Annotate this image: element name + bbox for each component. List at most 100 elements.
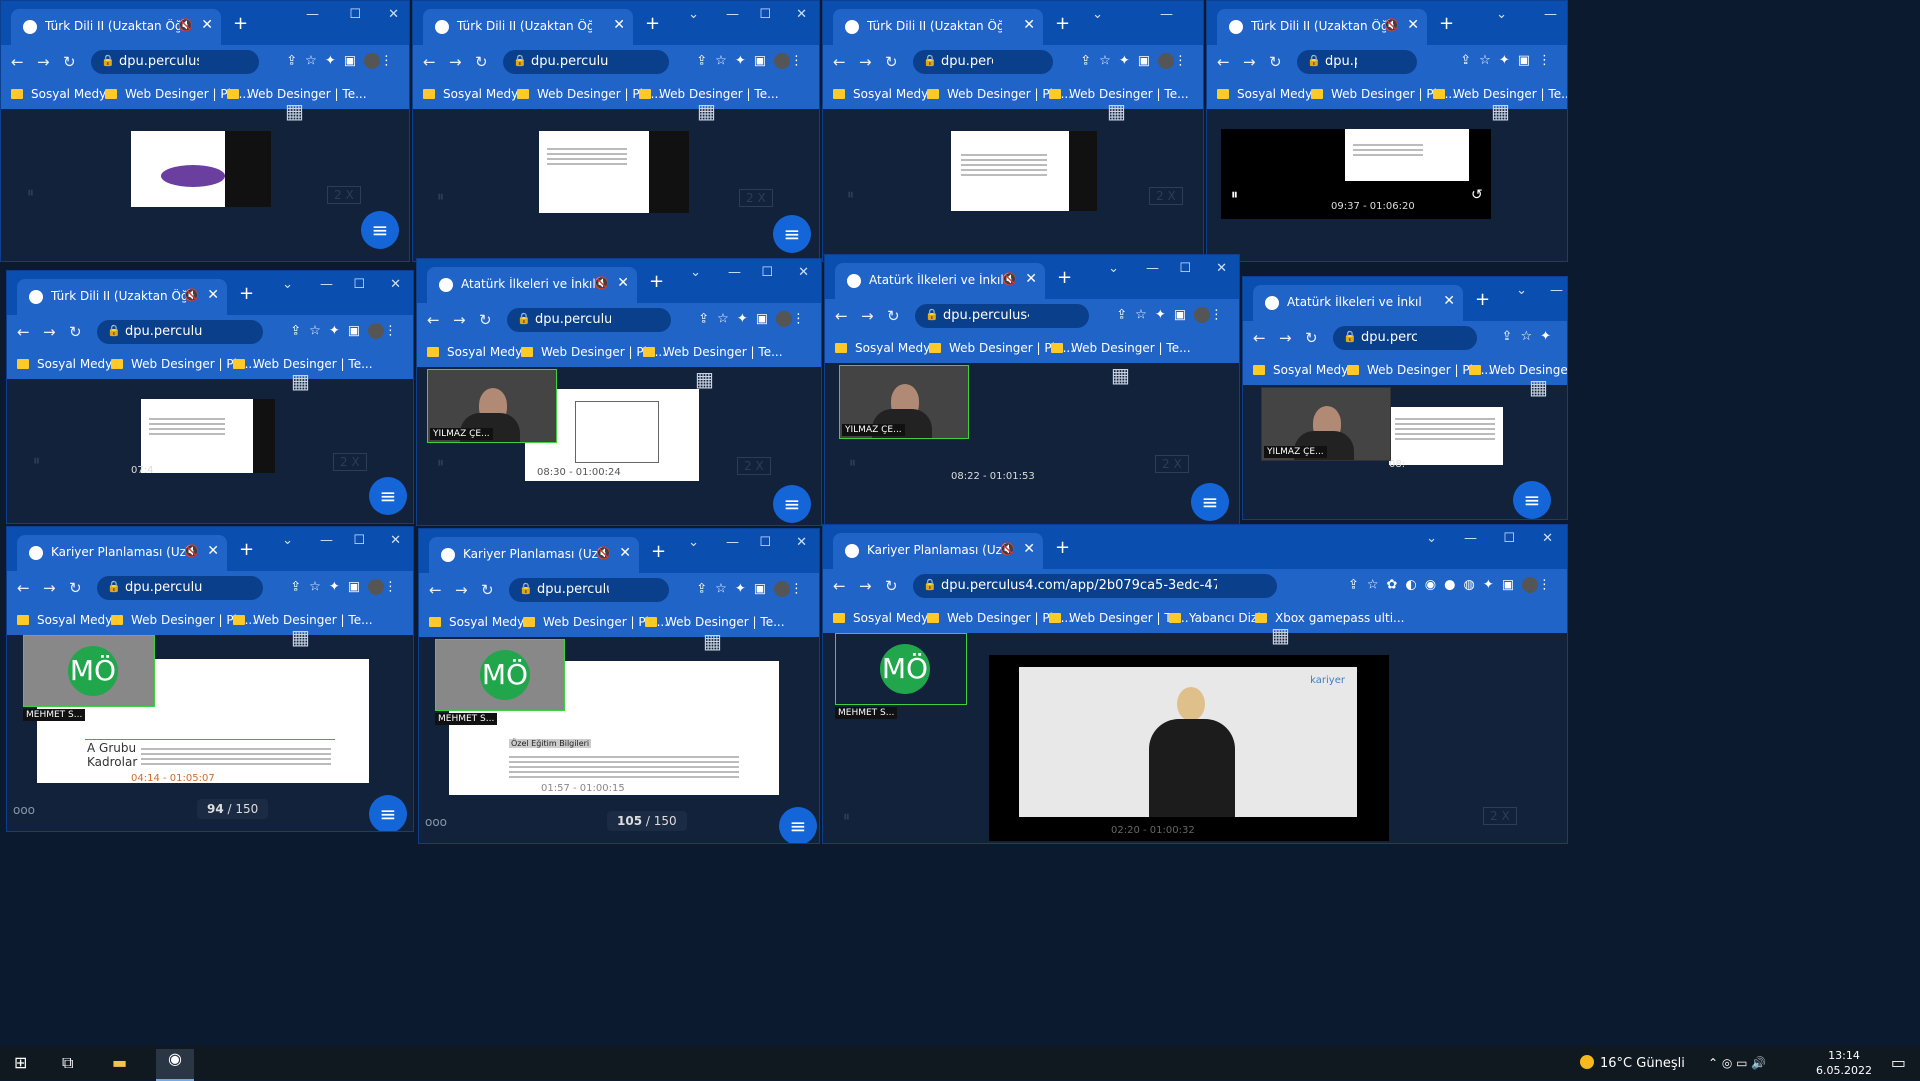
menu-button[interactable]: ≡ <box>361 211 399 249</box>
minimize-icon[interactable]: — <box>1544 7 1557 22</box>
reload-icon[interactable]: ↻ <box>69 579 82 597</box>
bookmark-web-desinger-te[interactable]: Web Desinger | Te... <box>1051 341 1191 355</box>
toolbar-icons[interactable]: ⇪☆✦▣⋮ <box>290 323 405 339</box>
rewind-icon[interactable]: ↺ <box>1471 187 1483 203</box>
pause-icon[interactable]: ⏸ <box>849 455 856 471</box>
bookmark-sosyal-medya[interactable]: Sosyal Medya <box>833 611 936 625</box>
profile-avatar[interactable] <box>1158 53 1174 69</box>
maximize-icon[interactable]: ☐ <box>353 533 365 548</box>
reload-icon[interactable]: ↻ <box>63 53 76 71</box>
forward-icon[interactable]: → <box>859 53 872 71</box>
reload-icon[interactable]: ↻ <box>69 323 82 341</box>
close-window-icon[interactable]: ✕ <box>1542 531 1553 546</box>
tab-turk-dili[interactable]: Türk Dili II (Uzaktan Öğre 🔇 ✕ <box>17 279 227 315</box>
chevron-down-icon[interactable]: ⌄ <box>1426 531 1437 546</box>
close-tab-icon[interactable]: ✕ <box>207 287 219 303</box>
notifications-icon[interactable]: ▭ <box>1891 1053 1906 1072</box>
menu-button[interactable]: ≡ <box>1191 483 1229 521</box>
layout-grid-icon[interactable]: ▦ <box>697 101 716 121</box>
new-tab-button[interactable]: + <box>649 271 664 292</box>
tab-turk-dili[interactable]: Türk Dili II (Uzaktan Öğretim) ✕ <box>423 9 633 45</box>
reload-icon[interactable]: ↻ <box>887 307 900 325</box>
bookmark-sosyal-medya[interactable]: Sosyal Medya <box>17 613 120 627</box>
bookmark-yabanci-dizi[interactable]: Yabancı Dizi <box>1169 611 1261 625</box>
reload-icon[interactable]: ↻ <box>475 53 488 71</box>
address-bar[interactable]: 🔒 dpu.perculus4.co... <box>97 576 263 600</box>
bookmark-web-desinger-te[interactable]: Web Desinger | Te... <box>645 615 785 629</box>
address-bar[interactable]: 🔒 dpu.perculus4.co... <box>507 308 671 332</box>
close-window-icon[interactable]: ✕ <box>798 265 809 280</box>
back-icon[interactable]: ← <box>833 577 846 595</box>
more-dots-icon[interactable]: ooo <box>13 803 35 817</box>
weather-widget[interactable]: 16°C Güneşli <box>1580 1055 1685 1071</box>
toolbar-icons[interactable]: ⇪☆✿◐◉●◍✦▣ ⋮ <box>1348 577 1559 593</box>
menu-button[interactable]: ≡ <box>779 807 817 843</box>
minimize-icon[interactable]: — <box>726 7 739 22</box>
address-bar[interactable]: 🔒 dpu.perculus4.co... <box>509 578 669 602</box>
chevron-down-icon[interactable]: ⌄ <box>282 533 293 548</box>
profile-avatar[interactable] <box>774 53 790 69</box>
bookmark-sosyal-medya[interactable]: Sosyal Medya <box>835 341 938 355</box>
new-tab-button[interactable]: + <box>645 13 660 34</box>
close-tab-icon[interactable]: ✕ <box>207 543 219 559</box>
chevron-down-icon[interactable]: ⌄ <box>1108 261 1119 276</box>
close-window-icon[interactable]: ✕ <box>388 7 399 22</box>
system-tray-icons[interactable]: ⌃ ◎ ▭ 🔊 <box>1708 1056 1766 1070</box>
task-view-icon[interactable]: ⧉ <box>62 1053 73 1073</box>
minimize-icon[interactable]: — <box>728 265 741 280</box>
speed-select[interactable]: 2 X <box>737 457 771 475</box>
back-icon[interactable]: ← <box>1253 329 1266 347</box>
address-bar[interactable]: 🔒 dpu.perculus4.co... <box>1297 50 1417 74</box>
profile-avatar[interactable] <box>1522 577 1538 593</box>
address-bar[interactable]: 🔒 dpu.perculus4.co... <box>91 50 259 74</box>
address-bar[interactable]: 🔒 dpu.perculus4.co... <box>913 50 1053 74</box>
menu-button[interactable]: ≡ <box>773 215 811 253</box>
toolbar-icons[interactable]: ⇪☆✦ <box>1502 329 1559 344</box>
forward-icon[interactable]: → <box>43 579 56 597</box>
reload-icon[interactable]: ↻ <box>1305 329 1318 347</box>
close-window-icon[interactable]: ✕ <box>1216 261 1227 276</box>
mute-icon[interactable]: 🔇 <box>594 276 609 290</box>
tab-kariyer-planlamasi[interactable]: Kariyer Planlaması (Uzaktan 🔇 ✕ <box>833 533 1043 569</box>
reload-icon[interactable]: ↻ <box>479 311 492 329</box>
chevron-down-icon[interactable]: ⌄ <box>1092 7 1103 22</box>
layout-grid-icon[interactable]: ▦ <box>285 101 304 121</box>
maximize-icon[interactable]: ☐ <box>353 277 365 292</box>
pause-icon[interactable]: ⏸ <box>843 809 850 825</box>
new-tab-button[interactable]: + <box>239 283 254 304</box>
mute-icon[interactable]: 🔇 <box>184 544 199 558</box>
pause-icon[interactable]: ⏸ <box>1231 187 1238 203</box>
tab-turk-dili[interactable]: Türk Dili II (Uzaktan Öğre 🔇 ✕ <box>1217 9 1427 45</box>
profile-avatar[interactable] <box>364 53 380 69</box>
close-window-icon[interactable]: ✕ <box>390 533 401 548</box>
chrome-taskbar-icon[interactable]: ◉ <box>156 1049 194 1081</box>
address-bar[interactable]: 🔒 dpu.perculus4.co... <box>503 50 669 74</box>
maximize-icon[interactable]: ☐ <box>759 535 771 550</box>
forward-icon[interactable]: → <box>449 53 462 71</box>
close-tab-icon[interactable]: ✕ <box>1023 541 1035 557</box>
bookmark-web-desinger-te[interactable]: Web Desinger | Te... <box>1469 363 1567 377</box>
mute-icon[interactable]: 🔇 <box>1000 542 1015 556</box>
pause-icon[interactable]: ⏸ <box>847 187 854 203</box>
address-bar[interactable]: 🔒 dpu.perculus4.co... <box>97 320 263 344</box>
layout-grid-icon[interactable]: ▦ <box>291 371 310 391</box>
chevron-down-icon[interactable]: ⌄ <box>690 265 701 280</box>
chevron-down-icon[interactable]: ⌄ <box>688 7 699 22</box>
maximize-icon[interactable]: ☐ <box>759 7 771 22</box>
mute-icon[interactable]: 🔇 <box>1002 272 1017 286</box>
forward-icon[interactable]: → <box>453 311 466 329</box>
back-icon[interactable]: ← <box>1217 53 1230 71</box>
back-icon[interactable]: ← <box>11 53 24 71</box>
speed-select[interactable]: 2 X <box>1155 455 1189 473</box>
close-tab-icon[interactable]: ✕ <box>617 275 629 291</box>
pause-icon[interactable]: ⏸ <box>437 455 444 471</box>
minimize-icon[interactable]: — <box>320 277 333 292</box>
tab-ataturk-ilkeleri[interactable]: Atatürk İlkeleri ve İnkılap Tarih ✕ <box>1253 285 1463 321</box>
back-icon[interactable]: ← <box>17 323 30 341</box>
forward-icon[interactable]: → <box>859 577 872 595</box>
speed-select[interactable]: 2 X <box>327 186 361 204</box>
toolbar-icons[interactable]: ⇪☆✦▣⋮ <box>698 311 813 327</box>
close-tab-icon[interactable]: ✕ <box>1025 271 1037 287</box>
clock[interactable]: 13:14 6.05.2022 <box>1816 1048 1872 1078</box>
back-icon[interactable]: ← <box>833 53 846 71</box>
